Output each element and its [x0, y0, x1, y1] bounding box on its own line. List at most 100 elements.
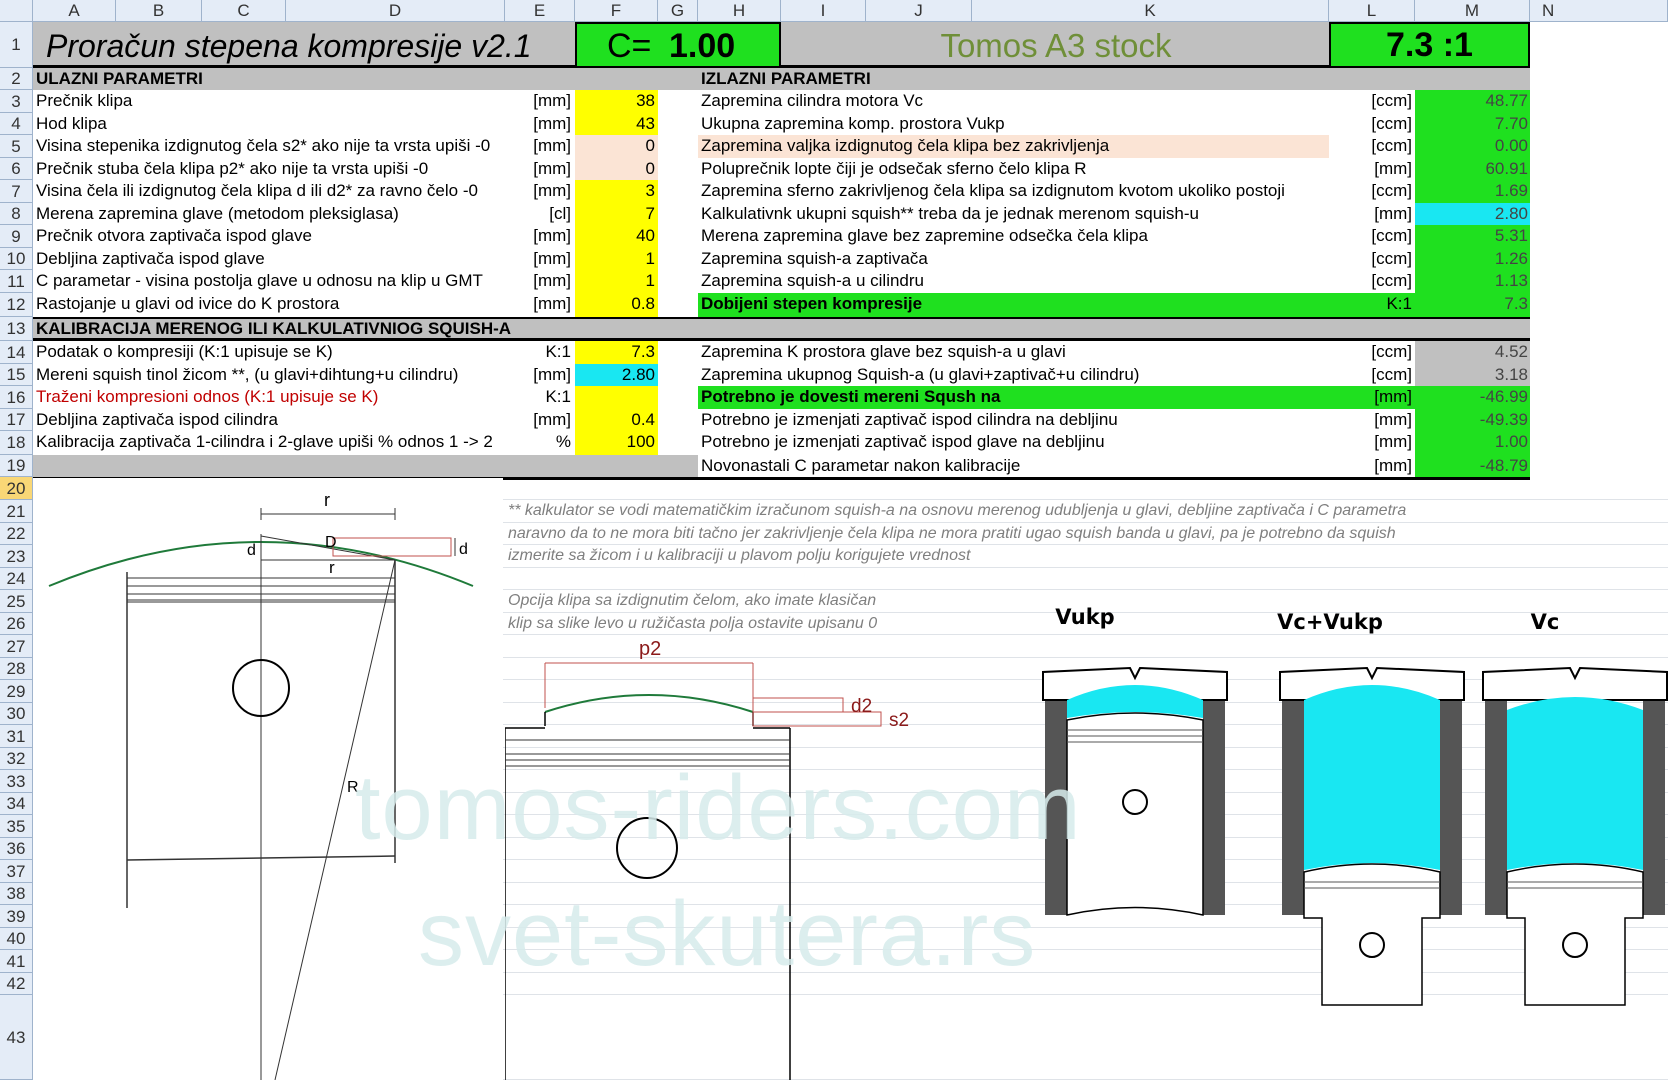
- calib-value-cell[interactable]: 7.3: [575, 341, 658, 364]
- row-header[interactable]: 12: [0, 293, 33, 317]
- c-param-cell[interactable]: C= 1.00: [575, 22, 781, 68]
- input-unit: [mm]: [533, 136, 571, 155]
- sheet-title: Proračun stepena kompresije v2.1: [46, 28, 532, 64]
- row-header[interactable]: 25: [0, 590, 33, 613]
- row-header[interactable]: 33: [0, 770, 33, 793]
- input-value-cell[interactable]: 1: [575, 248, 658, 270]
- row-header[interactable]: 21: [0, 500, 33, 523]
- input-label: Rastojanje u glavi od ivice do K prostor…: [36, 294, 340, 313]
- column-header[interactable]: C: [202, 0, 286, 22]
- output-unit: [ccm]: [1371, 181, 1412, 200]
- row-header[interactable]: 27: [0, 635, 33, 658]
- blank-band: [33, 455, 698, 477]
- row-header[interactable]: 2: [0, 68, 33, 90]
- calib-value-cell[interactable]: 100: [575, 431, 658, 455]
- row-header[interactable]: 40: [0, 928, 33, 950]
- row-header[interactable]: 41: [0, 950, 33, 973]
- column-header[interactable]: K: [972, 0, 1329, 22]
- input-unit: [mm]: [533, 181, 571, 200]
- row-header[interactable]: 16: [0, 386, 33, 409]
- row-header[interactable]: 20: [0, 477, 33, 500]
- input-value-cell[interactable]: 0.8: [575, 293, 658, 317]
- row-header[interactable]: 14: [0, 341, 33, 364]
- calib-value-cell[interactable]: [575, 386, 658, 409]
- column-header[interactable]: A: [33, 0, 116, 22]
- row-header[interactable]: 24: [0, 568, 33, 590]
- label-vukp: Vukp: [1055, 605, 1115, 629]
- input-value-cell[interactable]: 3: [575, 180, 658, 203]
- calib-result-label: Novonastali C parametar nakon kalibracij…: [701, 456, 1021, 475]
- calib-label: Kalibracija zaptivača 1-cilindra i 2-gla…: [36, 432, 493, 451]
- row-header[interactable]: 6: [0, 158, 33, 180]
- column-header[interactable]: G: [658, 0, 698, 22]
- row-header[interactable]: 34: [0, 793, 33, 815]
- row-header[interactable]: 22: [0, 523, 33, 545]
- output-label: Zapremina squish-a u cilindru: [701, 271, 924, 290]
- calib-result-value: 4.52: [1415, 341, 1530, 364]
- column-header[interactable]: E: [505, 0, 575, 22]
- row-header[interactable]: 23: [0, 545, 33, 568]
- row-header[interactable]: 35: [0, 815, 33, 838]
- input-label: C parametar - visina postolja glave u od…: [36, 271, 483, 290]
- output-value-cell: 48.77: [1415, 90, 1530, 113]
- column-header[interactable]: J: [866, 0, 972, 22]
- row-header[interactable]: 5: [0, 135, 33, 158]
- row-header[interactable]: 7: [0, 180, 33, 203]
- row-header[interactable]: 30: [0, 703, 33, 725]
- input-value-cell[interactable]: 38: [575, 90, 658, 113]
- label-d-left: d: [247, 542, 256, 559]
- row-header[interactable]: 39: [0, 905, 33, 928]
- input-label: Prečnik klipa: [36, 91, 133, 110]
- row-header[interactable]: 43: [0, 995, 33, 1080]
- label-vc: Vc: [1530, 610, 1560, 634]
- input-value-cell[interactable]: 0: [575, 135, 658, 158]
- column-header[interactable]: B: [116, 0, 202, 22]
- row-header[interactable]: 3: [0, 90, 33, 113]
- row-header[interactable]: 1: [0, 22, 33, 68]
- row-header[interactable]: 38: [0, 883, 33, 905]
- column-header[interactable]: D: [286, 0, 505, 22]
- row-header[interactable]: 18: [0, 431, 33, 455]
- label-d2: d2: [851, 696, 872, 717]
- input-value-cell[interactable]: 43: [575, 113, 658, 135]
- select-all-corner[interactable]: [0, 0, 33, 22]
- column-header[interactable]: H: [698, 0, 781, 22]
- row-header[interactable]: 15: [0, 364, 33, 386]
- input-value-cell[interactable]: 40: [575, 225, 658, 248]
- row-header[interactable]: 8: [0, 203, 33, 225]
- output-label: Dobijeni stepen kompresije: [698, 293, 1329, 317]
- row-header[interactable]: 36: [0, 838, 33, 860]
- label-p2: p2: [639, 640, 661, 660]
- input-value-cell[interactable]: 1: [575, 270, 658, 293]
- row-header[interactable]: 4: [0, 113, 33, 135]
- input-label: Merena zapremina glave (metodom pleksigl…: [36, 204, 399, 223]
- input-label: Prečnik stuba čela klipa p2* ako nije ta…: [36, 159, 429, 178]
- row-header[interactable]: 29: [0, 680, 33, 703]
- label-d-right: d: [459, 541, 468, 558]
- row-header[interactable]: 31: [0, 725, 33, 748]
- column-header[interactable]: M: [1415, 0, 1530, 22]
- row-header[interactable]: 32: [0, 748, 33, 770]
- row-header[interactable]: 11: [0, 270, 33, 293]
- c-value: 1.00: [669, 27, 736, 65]
- input-value-cell[interactable]: 0: [575, 158, 658, 180]
- row-header[interactable]: 10: [0, 248, 33, 270]
- column-header[interactable]: N: [1530, 0, 1668, 22]
- row-header[interactable]: 26: [0, 613, 33, 635]
- input-value-cell[interactable]: 7: [575, 203, 658, 225]
- output-value-cell: 7.3: [1415, 293, 1530, 317]
- calib-value-cell[interactable]: 2.80: [575, 364, 658, 386]
- column-header[interactable]: I: [781, 0, 866, 22]
- row-header[interactable]: 42: [0, 973, 33, 995]
- row-header[interactable]: 37: [0, 860, 33, 883]
- input-label: Visina stepenika izdignutog čela s2* ako…: [36, 136, 491, 155]
- input-unit: [mm]: [533, 159, 571, 178]
- row-header[interactable]: 19: [0, 455, 33, 477]
- row-header[interactable]: 9: [0, 225, 33, 248]
- row-header[interactable]: 17: [0, 409, 33, 431]
- row-header[interactable]: 28: [0, 658, 33, 680]
- column-header[interactable]: F: [575, 0, 658, 22]
- calib-value-cell[interactable]: 0.4: [575, 409, 658, 431]
- column-header[interactable]: L: [1329, 0, 1415, 22]
- row-header[interactable]: 13: [0, 317, 33, 341]
